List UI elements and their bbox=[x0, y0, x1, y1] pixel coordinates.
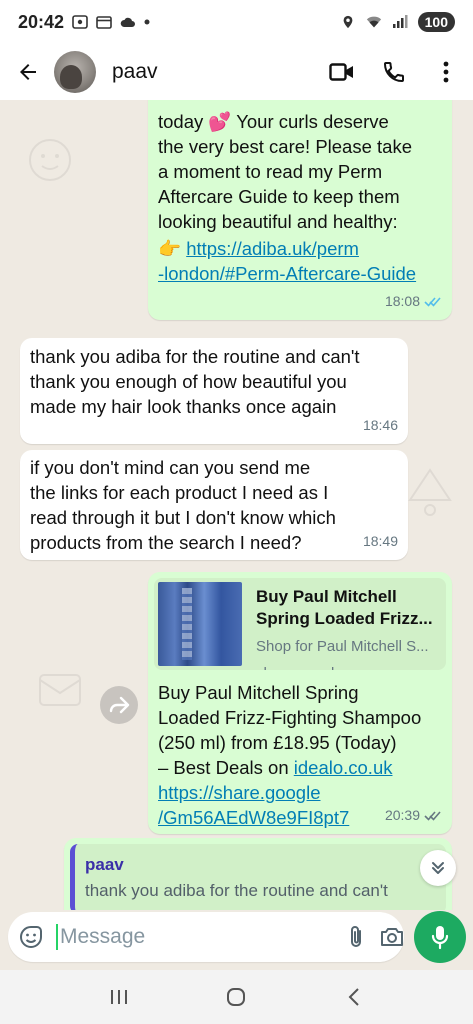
wifi-icon bbox=[366, 16, 381, 28]
contact-name[interactable]: paav bbox=[112, 60, 158, 84]
arrow-left-icon bbox=[20, 64, 36, 80]
location-icon bbox=[343, 15, 353, 29]
quote-text: thank you adiba for the routine and can'… bbox=[85, 881, 388, 900]
menu-button[interactable] bbox=[431, 57, 461, 87]
link-preview-card[interactable]: Buy Paul Mitchell Spring Loaded Frizz...… bbox=[154, 578, 446, 670]
signal-icon bbox=[392, 15, 408, 28]
battery-level: 100 bbox=[417, 12, 455, 32]
message-text: today 💕 Your curls deserve the very best… bbox=[158, 111, 412, 232]
link-line-1[interactable]: https://adiba.uk/perm bbox=[186, 238, 359, 259]
message-composer bbox=[8, 912, 404, 962]
message-meta: 18:49 bbox=[363, 529, 398, 554]
message-meta: 18:08 bbox=[385, 289, 442, 314]
message-outgoing[interactable]: Buy Paul Mitchell Spring Loaded Frizz...… bbox=[148, 572, 452, 834]
doodle-icon bbox=[39, 674, 81, 706]
chat-header: paav bbox=[0, 44, 473, 100]
nav-back-button[interactable] bbox=[334, 977, 374, 1017]
screenshot-icon bbox=[72, 15, 88, 29]
sticker-icon bbox=[19, 926, 42, 949]
message-link[interactable]: 👉 https://adiba.uk/perm -london/#Perm-Af… bbox=[158, 236, 442, 286]
cloud-icon bbox=[120, 17, 136, 27]
camera-button[interactable] bbox=[379, 922, 405, 952]
attach-button[interactable] bbox=[347, 922, 365, 952]
video-call-button[interactable] bbox=[327, 57, 357, 87]
system-nav-bar bbox=[0, 970, 473, 1024]
forward-button[interactable] bbox=[100, 686, 138, 724]
scroll-down-button[interactable] bbox=[420, 850, 456, 886]
preview-title: Buy Paul Mitchell Spring Loaded Frizz... bbox=[256, 587, 433, 628]
link-line-1[interactable]: https://share.google bbox=[158, 782, 321, 803]
camera-icon bbox=[381, 928, 403, 946]
status-bar: 20:42 100 bbox=[0, 0, 473, 44]
recent-apps-icon bbox=[110, 990, 127, 1004]
quote-author: paav bbox=[85, 855, 124, 874]
more-vertical-icon bbox=[443, 61, 449, 83]
preview-thumbnail bbox=[158, 582, 242, 666]
voice-message-button[interactable] bbox=[414, 911, 466, 963]
preview-description: Shop for Paul Mitchell S... bbox=[256, 638, 429, 655]
double-chevron-down-icon bbox=[432, 862, 444, 874]
home-button[interactable] bbox=[216, 977, 256, 1017]
message-meta: 20:39 bbox=[385, 803, 442, 828]
doodle-icon bbox=[408, 468, 452, 516]
doodle-icon bbox=[29, 139, 71, 181]
link-line-2[interactable]: /Gm56AEdW8e9FI8pt7 bbox=[158, 807, 349, 828]
message-text: if you don't mind can you send me the li… bbox=[30, 457, 336, 553]
message-time: 18:46 bbox=[362, 417, 398, 433]
message-time: 18:49 bbox=[362, 533, 398, 549]
forward-icon bbox=[109, 696, 130, 714]
read-ticks-icon bbox=[424, 297, 441, 307]
back-button[interactable] bbox=[12, 56, 44, 88]
link-line-2[interactable]: -london/#Perm-Aftercare-Guide bbox=[158, 263, 416, 284]
message-time: 18:08 bbox=[384, 293, 420, 309]
message-time: 20:39 bbox=[384, 807, 420, 823]
sticker-button[interactable] bbox=[18, 922, 44, 952]
recent-apps-button[interactable] bbox=[99, 977, 139, 1017]
message-input[interactable] bbox=[56, 924, 333, 950]
pointing-hand-icon: 👉 bbox=[158, 238, 187, 259]
reply-quote[interactable]: paav thank you adiba for the routine and… bbox=[70, 844, 446, 910]
message-meta: 18:46 bbox=[363, 413, 398, 438]
message-outgoing[interactable]: today 💕 Your curls deserve the very best… bbox=[148, 100, 452, 320]
paperclip-icon bbox=[351, 926, 361, 947]
voice-call-button[interactable] bbox=[379, 57, 409, 87]
message-incoming[interactable]: thank you adiba for the routine and can'… bbox=[20, 338, 408, 444]
message-incoming[interactable]: if you don't mind can you send me the li… bbox=[20, 450, 408, 560]
video-call-icon bbox=[329, 63, 353, 81]
inline-link[interactable]: idealo.co.uk bbox=[294, 757, 393, 778]
notification-dot-icon bbox=[144, 19, 150, 25]
avatar[interactable] bbox=[54, 51, 96, 93]
message-text: thank you adiba for the routine and can'… bbox=[30, 346, 360, 417]
status-time: 20:42 bbox=[18, 11, 65, 32]
home-icon bbox=[227, 988, 246, 1006]
calendar-icon bbox=[96, 16, 112, 29]
preview-domain: share.google bbox=[256, 661, 440, 670]
phone-icon bbox=[383, 62, 404, 83]
chat-area[interactable]: today 💕 Your curls deserve the very best… bbox=[0, 100, 473, 910]
delivered-ticks-icon bbox=[424, 811, 441, 821]
microphone-icon bbox=[431, 926, 449, 950]
message-outgoing[interactable]: paav thank you adiba for the routine and… bbox=[64, 838, 452, 910]
chevron-left-icon bbox=[348, 988, 359, 1006]
